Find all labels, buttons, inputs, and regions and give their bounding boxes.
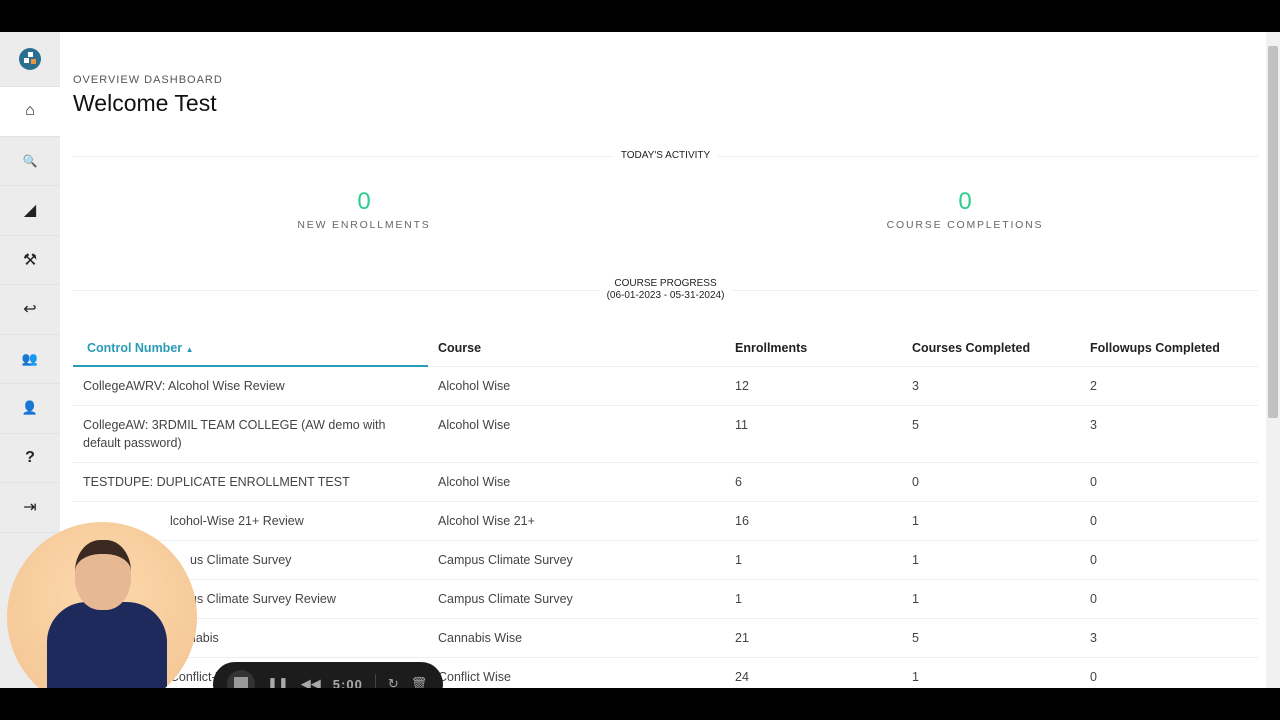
sidebar-item-help[interactable]: ? (0, 434, 60, 483)
cell-courses-completed: 1 (902, 579, 1080, 619)
new-enrollments-label: NEW ENROLLMENTS (297, 219, 431, 231)
table-row[interactable]: TESTDUPE: DUPLICATE ENROLLMENT TEST Alcoh… (73, 462, 1258, 502)
cell-course: Alcohol Wise (428, 405, 725, 463)
cell-enrollments: 1 (725, 579, 902, 619)
users-icon: 👥 (21, 350, 39, 366)
search-icon: 🔍 (22, 153, 38, 168)
sidebar-item-search[interactable]: 🔍 (0, 137, 60, 186)
cell-enrollments: 24 (725, 657, 902, 688)
breadcrumb: OVERVIEW DASHBOARD (73, 74, 223, 86)
cell-followups-completed: 2 (1080, 365, 1258, 406)
cell-followups-completed: 3 (1080, 618, 1258, 658)
trash-icon[interactable]: 🗑 (411, 676, 428, 688)
cell-enrollments: 16 (725, 501, 902, 541)
table-row[interactable]: CollegeAW: 3RDMIL TEAM COLLEGE (AW demo … (73, 405, 1258, 463)
sort-asc-icon: ▲ (185, 344, 194, 354)
column-courses-completed[interactable]: Courses Completed (902, 330, 1080, 366)
sidebar-item-tools[interactable]: ⚒ (0, 236, 60, 285)
question-icon: ? (25, 448, 35, 466)
cell-courses-completed: 1 (902, 657, 1080, 688)
column-followups-completed[interactable]: Followups Completed (1080, 330, 1258, 366)
sidebar-item-users[interactable]: 👥 (0, 335, 60, 384)
rewind-icon[interactable]: ◀◀ (301, 676, 321, 688)
cell-course: Alcohol Wise (428, 365, 725, 406)
course-completions-value: 0 (958, 188, 972, 215)
table-row[interactable]: CollegeAWRV: Alcohol Wise Review Alcohol … (73, 365, 1258, 406)
cell-followups-completed: 0 (1080, 462, 1258, 502)
tools-icon: ⚒ (22, 251, 38, 269)
restart-icon[interactable]: ↻ (388, 676, 399, 688)
app-window: ⌂ 🔍 ◢ ⚒ ↩ 👥 👤 ? ⇥ OVERVIEW DASHBOARD Wel… (0, 32, 1280, 688)
course-progress-range: (06-01-2023 - 05-31-2024) (598, 290, 733, 301)
cell-enrollments: 12 (725, 365, 902, 406)
table-row[interactable]: annabis Cannabis Wise 21 5 3 (73, 618, 1258, 658)
cell-followups-completed: 0 (1080, 501, 1258, 541)
cell-followups-completed: 0 (1080, 540, 1258, 580)
cell-followups-completed: 0 (1080, 579, 1258, 619)
stop-button[interactable] (227, 670, 255, 688)
sidebar-item-home[interactable]: ⌂ (0, 87, 60, 137)
cell-course: Conflict Wise (428, 657, 725, 688)
column-enrollments[interactable]: Enrollments (725, 330, 902, 366)
cell-control-number: CollegeAWRV: Alcohol Wise Review (73, 365, 428, 406)
column-course[interactable]: Course (428, 330, 725, 366)
cell-enrollments: 11 (725, 405, 902, 463)
table-row[interactable]: us Climate Survey Campus Climate Survey 1 1… (73, 540, 1258, 580)
course-progress-heading: COURSE PROGRESS (06-01-2023 - 05-31-2024) (73, 278, 1258, 302)
cell-course: Alcohol Wise (428, 462, 725, 502)
cell-control-number: CollegeAW: 3RDMIL TEAM COLLEGE (AW demo … (73, 405, 428, 463)
cell-course: Cannabis Wise (428, 618, 725, 658)
home-icon: ⌂ (25, 102, 35, 120)
sidebar-item-user[interactable]: 👤 (0, 384, 60, 434)
course-completions-label: COURSE COMPLETIONS (886, 219, 1044, 231)
table-row[interactable]: us Climate Survey Review Campus Climate S… (73, 579, 1258, 619)
cell-courses-completed: 5 (902, 405, 1080, 463)
cell-followups-completed: 0 (1080, 657, 1258, 688)
logo[interactable] (0, 32, 60, 87)
logo-icon (19, 48, 41, 70)
cell-followups-completed: 3 (1080, 405, 1258, 463)
recorder-controls: ❚❚ ◀◀ 5:00 ↻ 🗑 (213, 662, 443, 688)
new-enrollments-stat: 0 NEW ENROLLMENTS (214, 188, 514, 231)
cell-control-number: TESTDUPE: DUPLICATE ENROLLMENT TEST (73, 462, 428, 502)
cell-courses-completed: 3 (902, 365, 1080, 406)
cell-course: Campus Climate Survey (428, 579, 725, 619)
sidebar-item-return[interactable]: ↩ (0, 285, 60, 335)
cell-course: Alcohol Wise 21+ (428, 501, 725, 541)
sidebar-item-logout[interactable]: ⇥ (0, 483, 60, 533)
course-completions-stat: 0 COURSE COMPLETIONS (815, 188, 1115, 231)
cell-courses-completed: 0 (902, 462, 1080, 502)
stop-icon (234, 677, 248, 688)
sidebar-item-analytics[interactable]: ◢ (0, 186, 60, 236)
course-progress-table: Control Number ▲ Course Enrollments Cour… (73, 330, 1258, 688)
cell-enrollments: 6 (725, 462, 902, 502)
cell-courses-completed: 1 (902, 501, 1080, 541)
table-row[interactable]: lcohol-Wise 21+ Review Alcohol Wise 21+ 16… (73, 501, 1258, 541)
user-icon: 👤 (21, 400, 39, 416)
cell-enrollments: 1 (725, 540, 902, 580)
cell-courses-completed: 1 (902, 540, 1080, 580)
divider (374, 674, 376, 688)
chart-area-icon: ◢ (23, 202, 37, 220)
cell-enrollments: 21 (725, 618, 902, 658)
todays-activity-heading: TODAY'S ACTIVITY (73, 150, 1258, 161)
return-icon: ↩ (23, 301, 37, 319)
scrollbar[interactable] (1266, 32, 1280, 688)
cell-courses-completed: 5 (902, 618, 1080, 658)
sign-out-icon: ⇥ (23, 499, 37, 517)
column-control-number[interactable]: Control Number ▲ (73, 330, 428, 367)
recording-time: 5:00 (332, 676, 363, 689)
pause-icon[interactable]: ❚❚ (267, 676, 289, 688)
page-title: Welcome Test (73, 90, 217, 116)
new-enrollments-value: 0 (357, 188, 371, 215)
cell-course: Campus Climate Survey (428, 540, 725, 580)
scrollbar-thumb[interactable] (1268, 46, 1278, 418)
